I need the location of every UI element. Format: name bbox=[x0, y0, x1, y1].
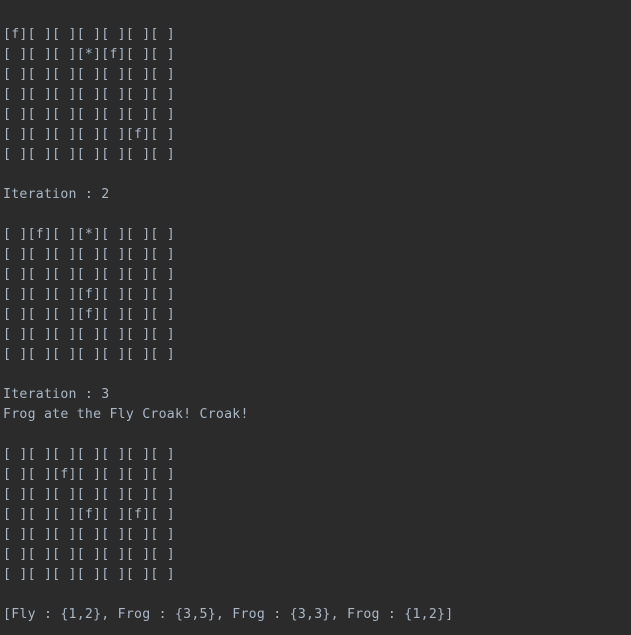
grid-row: [f][ ][ ][ ][ ][ ][ ] bbox=[3, 27, 175, 42]
grid-row: [ ][ ][ ][ ][ ][ ][ ] bbox=[3, 67, 175, 82]
grid-row: [ ][ ][ ][f][ ][f][ ] bbox=[3, 507, 175, 522]
entity-list-line: [Fly : {1,2}, Frog : {3,5}, Frog : {3,3}… bbox=[3, 607, 454, 622]
grid-row: [ ][ ][ ][ ][ ][ ][ ] bbox=[3, 147, 175, 162]
grid-row: [ ][ ][ ][ ][ ][ ][ ] bbox=[3, 527, 175, 542]
grid-row: [ ][ ][ ][ ][ ][ ][ ] bbox=[3, 447, 175, 462]
grid-row: [ ][ ][ ][ ][ ][ ][ ] bbox=[3, 87, 175, 102]
grid-row: [ ][ ][ ][ ][ ][ ][ ] bbox=[3, 327, 175, 342]
console-output-pane[interactable]: [f][ ][ ][ ][ ][ ][ ] [ ][ ][ ][*][f][ ][… bbox=[0, 0, 631, 635]
grid-row: [ ][ ][ ][ ][ ][ ][ ] bbox=[3, 567, 175, 582]
iteration-label: Iteration : 3 bbox=[3, 387, 110, 402]
iteration-label: Iteration : 2 bbox=[3, 187, 110, 202]
grid-row: [ ][ ][ ][f][ ][ ][ ] bbox=[3, 287, 175, 302]
grid-row: [ ][ ][ ][ ][ ][ ][ ] bbox=[3, 107, 175, 122]
grid-row: [ ][ ][ ][ ][ ][ ][ ] bbox=[3, 247, 175, 262]
grid-row: [ ][ ][f][ ][ ][ ][ ] bbox=[3, 467, 175, 482]
grid-row: [ ][ ][ ][ ][ ][ ][ ] bbox=[3, 487, 175, 502]
game-message: Frog ate the Fly Croak! Croak! bbox=[3, 407, 249, 422]
grid-row: [ ][ ][ ][*][f][ ][ ] bbox=[3, 47, 175, 62]
grid-row: [ ][ ][ ][ ][ ][f][ ] bbox=[3, 127, 175, 142]
grid-row: [ ][ ][ ][ ][ ][ ][ ] bbox=[3, 267, 175, 282]
grid-row: [ ][ ][ ][ ][ ][ ][ ] bbox=[3, 547, 175, 562]
grid-row: [ ][f][ ][*][ ][ ][ ] bbox=[3, 227, 175, 242]
grid-row: [ ][ ][ ][ ][ ][ ][ ] bbox=[3, 347, 175, 362]
grid-row: [ ][ ][ ][f][ ][ ][ ] bbox=[3, 307, 175, 322]
